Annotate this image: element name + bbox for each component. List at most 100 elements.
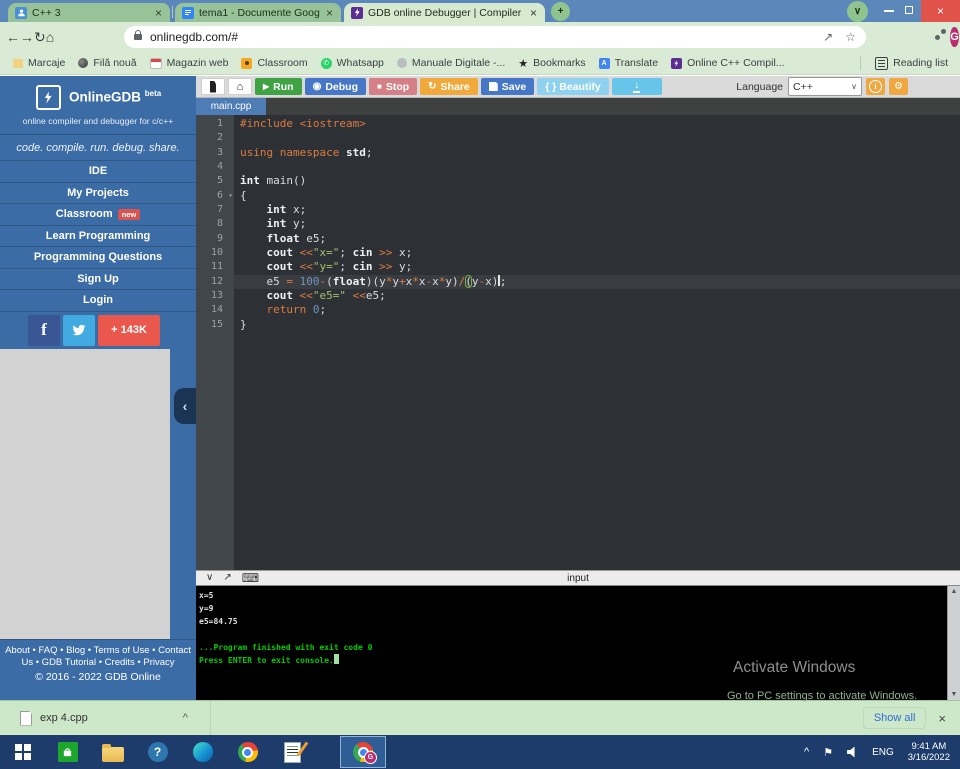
console[interactable]: x=5y=9e5=84.75 ...Program finished with … <box>196 586 960 700</box>
chip-caret-icon[interactable]: ^ <box>183 712 188 724</box>
code-line[interactable]: { <box>234 189 960 203</box>
taskbar-notes-button[interactable] <box>270 735 315 769</box>
new-file-button[interactable] <box>201 78 225 95</box>
code-editor[interactable]: 123456▾789101112131415 #include <iostrea… <box>196 115 960 570</box>
taskbar-help-button[interactable]: ? <box>135 735 180 769</box>
run-button[interactable]: ▶Run <box>255 78 302 95</box>
code-line[interactable]: int main() <box>234 174 960 188</box>
tray-show-hidden-icon[interactable]: ^ <box>804 746 809 758</box>
profile-avatar[interactable]: G <box>950 27 959 47</box>
fold-icon[interactable]: ▾ <box>228 189 233 203</box>
taskbar-file-explorer-button[interactable] <box>90 735 135 769</box>
console-scrollbar[interactable]: ▲ ▼ <box>947 586 960 700</box>
facebook-button[interactable]: f <box>28 315 60 346</box>
info-button[interactable]: i <box>866 78 885 95</box>
scroll-down-icon[interactable]: ▼ <box>948 691 960 698</box>
window-minimize-button[interactable] <box>884 10 894 12</box>
download-button[interactable]: ↓ <box>612 78 662 95</box>
code-line[interactable]: using namespace std; <box>234 146 960 160</box>
bookmark-bookmarks[interactable]: ★ Bookmarks <box>518 57 585 70</box>
save-button[interactable]: Save <box>481 78 535 95</box>
bookmark-star-icon[interactable]: ☆ <box>845 30 856 44</box>
code-line[interactable]: cout <<"x="; cin >> x; <box>234 246 960 260</box>
scroll-up-icon[interactable]: ▲ <box>948 588 960 595</box>
system-tray: ^ ⚑ ENG 9:41 AM 3/16/2022 <box>804 741 960 763</box>
sidebar-item-my-projects[interactable]: My Projects <box>0 182 196 204</box>
bookmark-classroom[interactable]: Classroom <box>241 57 307 69</box>
sidebar-item-programming-questions[interactable]: Programming Questions <box>0 246 196 268</box>
bookmark-fila-noua[interactable]: Filă nouă <box>78 57 136 69</box>
sidebar-item-classroom[interactable]: Classroomnew <box>0 203 196 225</box>
download-file-chip[interactable]: exp 4.cpp <box>40 712 88 724</box>
code-line[interactable]: e5 = 100-(float)(y*y+x*x-x*y)/(y-x); <box>234 275 960 289</box>
file-tab-main-cpp[interactable]: main.cpp <box>196 98 266 115</box>
window-maximize-button[interactable] <box>905 6 913 14</box>
line-number: 12 <box>196 275 234 289</box>
bookmark-whatsapp[interactable]: ✆ Whatsapp <box>321 57 384 69</box>
start-button[interactable] <box>0 735 45 769</box>
browser-tab-cpp3[interactable]: C++ 3 × <box>8 3 170 22</box>
console-header: input ∨ ↗ ⌨ <box>196 570 960 586</box>
reading-list-button[interactable]: Reading list <box>846 56 948 70</box>
tray-clock[interactable]: 9:41 AM 3/16/2022 <box>908 741 950 763</box>
bookmark-webstore[interactable]: Magazin web <box>150 57 229 69</box>
code-line[interactable]: float e5; <box>234 232 960 246</box>
bookmark-manuale[interactable]: Manuale Digitale -... <box>397 57 505 69</box>
browser-tab-docs[interactable]: tema1 - Documente Google × <box>175 3 341 22</box>
share-button[interactable]: ↻Share <box>420 78 478 95</box>
forward-icon[interactable]: → <box>20 29 34 45</box>
settings-button[interactable]: ⚙ <box>889 78 908 95</box>
sidebar-item-login[interactable]: Login <box>0 289 196 311</box>
window-close-button[interactable]: × <box>921 0 960 22</box>
tray-language[interactable]: ENG <box>872 747 894 758</box>
share-page-icon[interactable]: ↗ <box>823 30 833 44</box>
sidebar-collapse-handle[interactable]: ‹ <box>174 388 196 424</box>
new-badge: new <box>118 209 141 220</box>
bookmark-online-cpp[interactable]: Online C++ Compil... <box>671 57 784 69</box>
bookmark-marcaje[interactable]: Marcaje <box>13 57 65 69</box>
tray-flag-icon[interactable]: ⚑ <box>823 746 833 759</box>
show-all-button[interactable]: Show all <box>863 707 927 729</box>
code-line[interactable]: int y; <box>234 217 960 231</box>
tab-close-icon[interactable]: × <box>529 6 538 20</box>
address-bar[interactable]: onlinegdb.com/# ↗ ☆ <box>124 26 866 48</box>
stop-button[interactable]: ■Stop <box>369 78 417 95</box>
windows-logo-icon <box>15 744 31 760</box>
url-text[interactable]: onlinegdb.com/# <box>150 30 811 44</box>
taskbar-chrome-button[interactable] <box>225 735 270 769</box>
new-tab-button[interactable]: + <box>551 2 570 21</box>
taskbar-active-chrome-window[interactable]: G <box>340 736 386 768</box>
code-line[interactable] <box>234 160 960 174</box>
reload-icon[interactable]: ↻ <box>34 29 46 46</box>
taskbar-store-button[interactable] <box>45 735 90 769</box>
tab-close-icon[interactable]: × <box>325 6 334 20</box>
sidebar-item-ide[interactable]: IDE <box>0 160 196 182</box>
tab-close-icon[interactable]: × <box>154 6 163 20</box>
downloads-close-icon[interactable]: × <box>938 711 946 726</box>
speaker-icon[interactable] <box>847 747 858 758</box>
back-icon[interactable]: ← <box>6 29 20 45</box>
code-line[interactable]: return 0; <box>234 303 960 317</box>
code-line[interactable]: cout <<"y="; cin >> y; <box>234 260 960 274</box>
code-line[interactable]: #include <iostream> <box>234 117 960 131</box>
sidebar-item-sign-up[interactable]: Sign Up <box>0 268 196 290</box>
open-file-button[interactable]: ⌂ <box>228 78 252 95</box>
tab-search-button[interactable]: ∨ <box>847 1 868 22</box>
beautify-button[interactable]: { } Beautify <box>537 78 608 95</box>
bookmark-translate[interactable]: A Translate <box>599 57 658 69</box>
twitter-button[interactable] <box>63 315 95 346</box>
share-count-button[interactable]: + 143K <box>98 315 160 346</box>
language-select[interactable]: C++ ∨ <box>788 77 862 96</box>
browser-tab-gdb-active[interactable]: GDB online Debugger | Compiler × <box>344 3 545 22</box>
sidebar-item-learn-programming[interactable]: Learn Programming <box>0 225 196 247</box>
stop-icon: ■ <box>377 82 382 91</box>
home-icon[interactable]: ⌂ <box>46 29 54 45</box>
code-line[interactable]: cout <<"e5=" <<e5; <box>234 289 960 303</box>
code-line[interactable]: int x; <box>234 203 960 217</box>
footer-links[interactable]: About • FAQ • Blog • Terms of Use • Cont… <box>2 645 194 669</box>
code-lines[interactable]: #include <iostream> using namespace std; i… <box>234 117 960 332</box>
code-line[interactable]: } <box>234 318 960 332</box>
debug-button[interactable]: ◉Debug <box>305 78 366 95</box>
taskbar-edge-button[interactable] <box>180 735 225 769</box>
code-line[interactable] <box>234 131 960 145</box>
